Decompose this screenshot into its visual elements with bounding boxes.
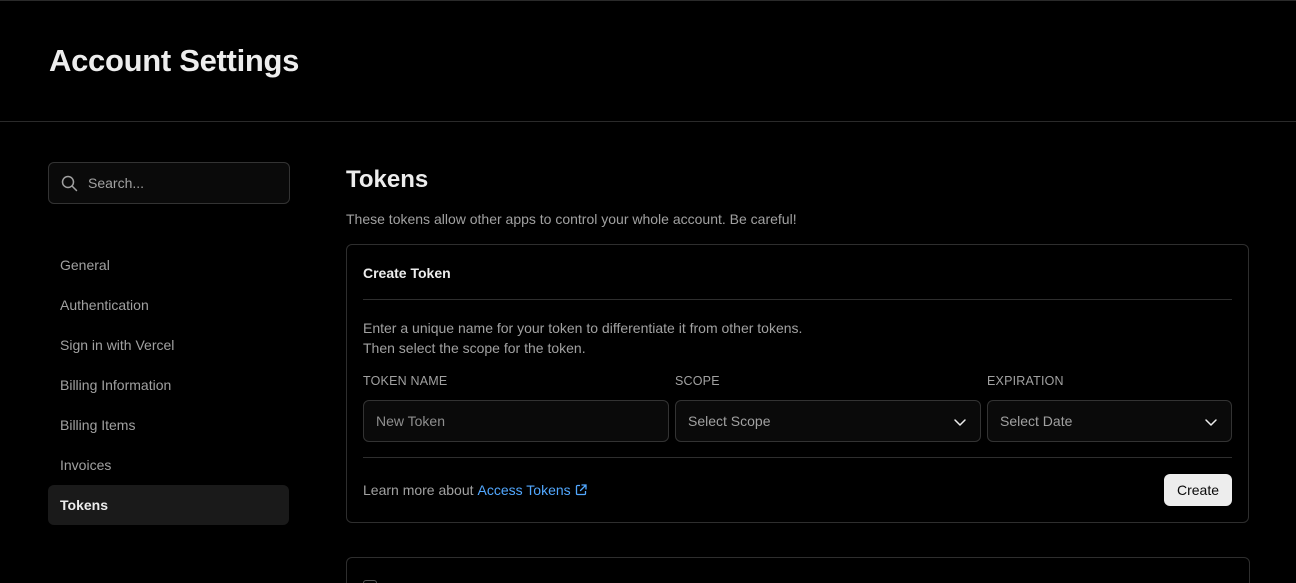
token-name-field[interactable]	[363, 400, 669, 442]
page-title: Account Settings	[49, 43, 300, 78]
sidebar-item-billing-information[interactable]: Billing Information	[48, 365, 289, 405]
learn-more: Learn more about Access Tokens	[363, 482, 587, 498]
card-title: Create Token	[363, 265, 451, 281]
sidebar-item-general[interactable]: General	[48, 245, 289, 285]
scope-select[interactable]: Select Scope	[675, 400, 981, 442]
sidebar-item-billing-items[interactable]: Billing Items	[48, 405, 289, 445]
search-input[interactable]	[88, 175, 268, 191]
expiration-select[interactable]: Select Date	[987, 400, 1232, 442]
access-tokens-link-label: Access Tokens	[477, 482, 571, 498]
main-content: Tokens These tokens allow other apps to …	[346, 162, 1250, 523]
sidebar: General Authentication Sign in with Verc…	[48, 162, 290, 525]
card-help-text: Enter a unique name for your token to di…	[363, 318, 802, 358]
divider	[363, 457, 1232, 458]
sidebar-item-authentication[interactable]: Authentication	[48, 285, 289, 325]
expiration-select-value: Select Date	[1000, 413, 1073, 429]
create-token-card: Create Token Enter a unique name for you…	[346, 244, 1249, 523]
access-tokens-link[interactable]: Access Tokens	[478, 482, 587, 498]
section-title: Tokens	[346, 166, 429, 193]
section-description: These tokens allow other apps to control…	[346, 211, 797, 227]
page: Account Settings General Authentication …	[0, 0, 1296, 583]
token-name-label: TOKEN NAME	[363, 374, 448, 388]
learn-more-prefix: Learn more about	[363, 482, 474, 498]
chevron-down-icon	[954, 419, 966, 426]
help-line-2: Then select the scope for the token.	[363, 340, 586, 356]
token-name-input[interactable]	[376, 413, 656, 429]
header: Account Settings	[0, 1, 1296, 122]
scope-select-value: Select Scope	[688, 413, 771, 429]
external-link-icon	[575, 484, 587, 496]
sidebar-item-tokens[interactable]: Tokens	[48, 485, 289, 525]
sidebar-item-sign-in-with-vercel[interactable]: Sign in with Vercel	[48, 325, 289, 365]
sidebar-nav: General Authentication Sign in with Verc…	[48, 245, 290, 525]
scope-label: SCOPE	[675, 374, 720, 388]
tokens-list-card	[346, 557, 1250, 583]
chevron-down-icon	[1205, 419, 1217, 426]
sidebar-item-invoices[interactable]: Invoices	[48, 445, 289, 485]
divider	[363, 299, 1232, 300]
search-icon	[61, 175, 78, 191]
help-line-1: Enter a unique name for your token to di…	[363, 320, 803, 336]
search-box[interactable]	[48, 162, 290, 204]
expiration-label: EXPIRATION	[987, 374, 1064, 388]
create-button[interactable]: Create	[1164, 474, 1232, 506]
